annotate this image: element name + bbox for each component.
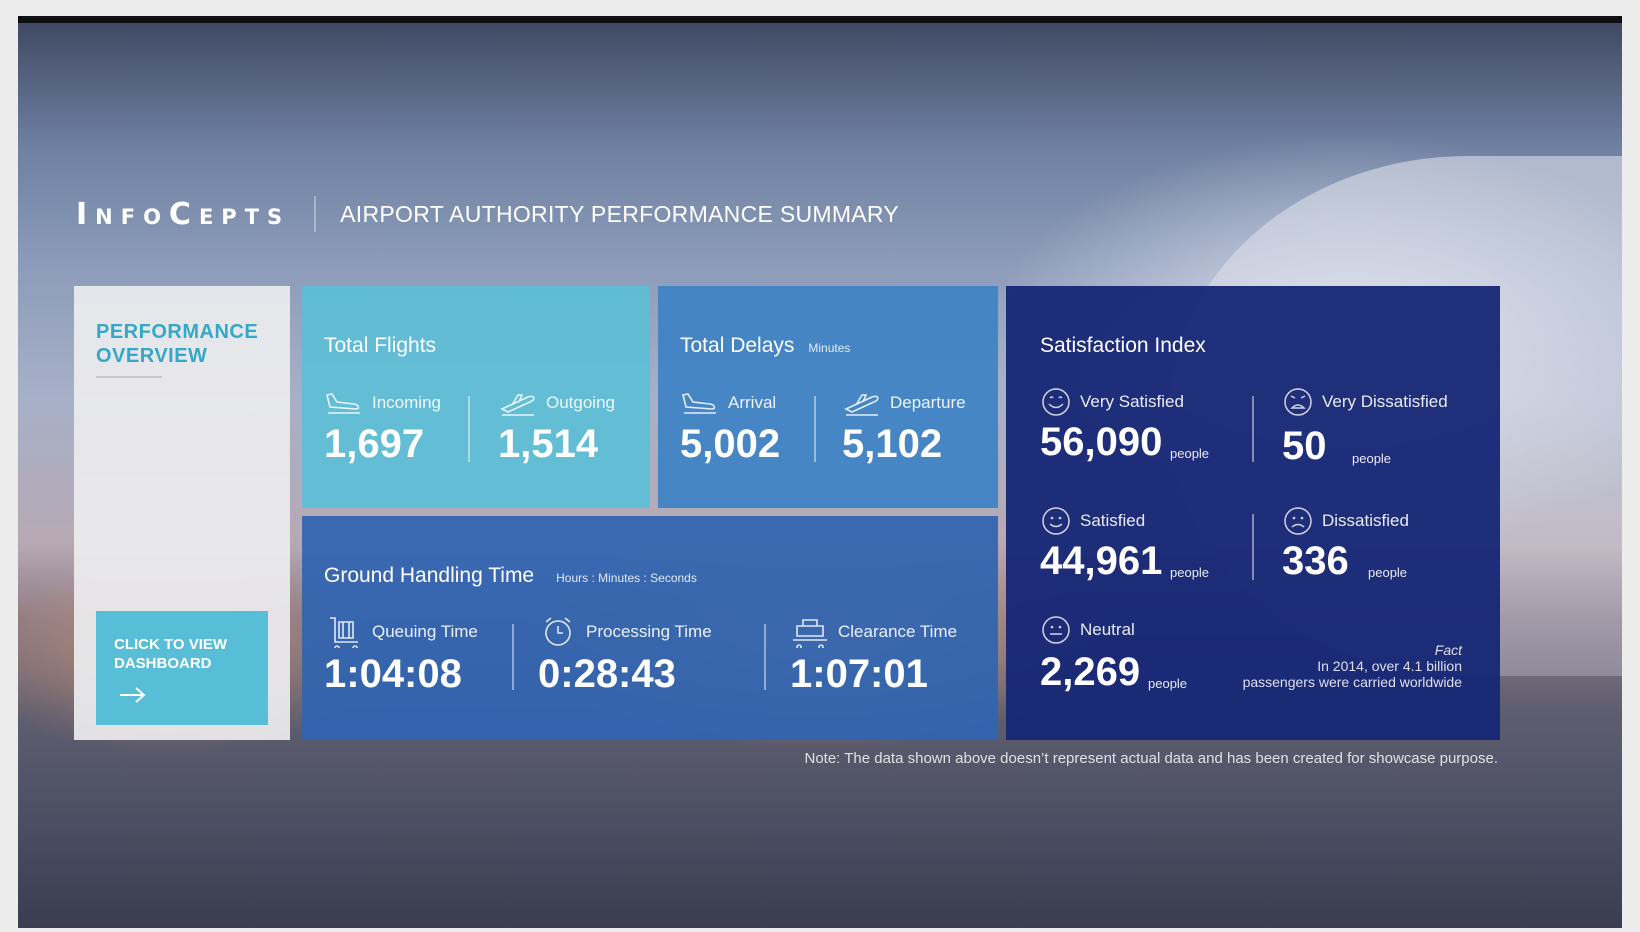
arrival-label: Arrival <box>728 393 777 412</box>
ground-handling-unit: Hours : Minutes : Seconds <box>556 571 697 585</box>
satisfied-metric-label: Satisfied <box>1040 507 1145 535</box>
plane-landing-icon <box>680 389 720 417</box>
overview-divider <box>96 376 162 378</box>
very-satisfied-unit: people <box>1170 446 1210 461</box>
neutral-label: Neutral <box>1080 620 1135 639</box>
dissatisfied-value: 336 <box>1282 539 1349 583</box>
fact-line-2: passengers were carried worldwide <box>1242 674 1462 690</box>
very-dissatisfied-metric-label: Very Dissatisfied <box>1282 388 1448 416</box>
clearance-label: Clearance Time <box>838 622 958 641</box>
neutral-metric-label: Neutral <box>1040 616 1135 644</box>
satisfaction-title: Satisfaction Index <box>1040 334 1206 357</box>
outgoing-metric-label: Outgoing <box>498 389 615 417</box>
sad-face-icon <box>1282 507 1314 535</box>
satisfaction-index-tile: Satisfaction Index Very Satisfied 56,090… <box>1006 286 1500 740</box>
fact-line-1: In 2014, over 4.1 billion <box>1317 658 1462 674</box>
outgoing-label: Outgoing <box>546 393 615 412</box>
smiley-face-icon <box>1040 507 1072 535</box>
departure-metric-label: Departure <box>842 389 966 417</box>
total-delays-tile: Total Delays Minutes Arrival 5,002 Depar… <box>658 286 998 508</box>
departure-value: 5,102 <box>842 422 943 466</box>
baggage-scanner-icon <box>790 618 830 648</box>
ground-divider-2 <box>764 624 766 690</box>
very-dissatisfied-unit: people <box>1352 451 1392 466</box>
fact-box: Fact In 2014, over 4.1 billion passenger… <box>1243 642 1462 690</box>
ground-handling-heading: Ground Handling Time Hours : Minutes : S… <box>324 564 697 588</box>
satisfied-value: 44,961 <box>1040 539 1163 583</box>
fact-title: Fact <box>1434 642 1462 658</box>
outgoing-value: 1,514 <box>498 422 599 466</box>
performance-overview-title: PERFORMANCE OVERVIEW <box>96 321 259 367</box>
processing-label: Processing Time <box>586 622 712 641</box>
very-dissatisfied-value: 50 <box>1282 424 1327 468</box>
performance-overview-panel: PERFORMANCE OVERVIEW CLICK TO VIEW DASHB… <box>74 286 290 740</box>
total-flights-title: Total Flights <box>324 334 437 357</box>
delays-divider <box>814 396 816 462</box>
total-delays-title: Total Delays <box>680 334 795 357</box>
neutral-unit: people <box>1148 676 1188 691</box>
very-satisfied-face-icon <box>1040 388 1072 416</box>
ground-handling-tile: Ground Handling Time Hours : Minutes : S… <box>302 516 998 740</box>
total-flights-tile: Total Flights Incoming 1,697 Outgoing 1,… <box>302 286 650 508</box>
processing-metric-label: Processing Time <box>538 617 712 646</box>
neutral-face-icon <box>1040 616 1072 644</box>
ground-handling-title: Ground Handling Time <box>324 564 535 587</box>
plane-takeoff-icon <box>842 389 882 417</box>
view-dashboard-label: CLICK TO VIEW DASHBOARD <box>114 636 228 672</box>
arrival-metric-label: Arrival <box>680 389 776 417</box>
very-satisfied-label: Very Satisfied <box>1080 392 1184 411</box>
total-delays-heading: Total Delays Minutes <box>680 334 850 358</box>
total-delays-unit: Minutes <box>808 341 851 355</box>
very-satisfied-value: 56,090 <box>1040 420 1163 464</box>
satisfaction-divider-1 <box>1252 396 1254 462</box>
dashboard-frame: InfoCepts AIRPORT AUTHORITY PERFORMANCE … <box>18 16 1622 928</box>
ground-divider-1 <box>512 624 514 690</box>
processing-value: 0:28:43 <box>538 652 676 696</box>
view-dashboard-button[interactable]: CLICK TO VIEW DASHBOARD <box>96 611 268 725</box>
plane-landing-icon <box>324 389 364 417</box>
header-divider <box>314 196 317 232</box>
incoming-metric-label: Incoming <box>324 389 441 417</box>
clearance-value: 1:07:01 <box>790 652 928 696</box>
disclaimer-note: Note: The data shown above doesn’t repre… <box>804 750 1498 767</box>
plane-takeoff-icon <box>498 389 538 417</box>
very-dissatisfied-label: Very Dissatisfied <box>1322 392 1448 411</box>
dissatisfied-metric-label: Dissatisfied <box>1282 507 1409 535</box>
dissatisfied-unit: people <box>1368 565 1408 580</box>
arrow-right-icon <box>118 685 148 705</box>
angry-face-icon <box>1282 388 1314 416</box>
satisfaction-divider-2 <box>1252 514 1254 580</box>
clearance-metric-label: Clearance Time <box>790 618 958 648</box>
satisfied-unit: people <box>1170 565 1210 580</box>
departure-label: Departure <box>890 393 966 412</box>
dissatisfied-label: Dissatisfied <box>1322 511 1409 530</box>
queuing-label: Queuing Time <box>372 622 478 641</box>
satisfied-label: Satisfied <box>1080 511 1146 530</box>
page-title: AIRPORT AUTHORITY PERFORMANCE SUMMARY <box>340 200 900 227</box>
queuing-value: 1:04:08 <box>324 652 462 696</box>
flights-divider <box>468 396 470 462</box>
header: InfoCepts AIRPORT AUTHORITY PERFORMANCE … <box>76 194 899 234</box>
alarm-clock-icon <box>538 617 578 646</box>
queuing-metric-label: Queuing Time <box>324 617 478 648</box>
very-satisfied-metric-label: Very Satisfied <box>1040 388 1184 416</box>
incoming-value: 1,697 <box>324 422 425 466</box>
neutral-value: 2,269 <box>1040 650 1141 694</box>
company-logo: InfoCepts <box>76 196 291 232</box>
arrival-value: 5,002 <box>680 422 781 466</box>
luggage-trolley-icon <box>324 617 364 648</box>
incoming-label: Incoming <box>372 393 441 412</box>
